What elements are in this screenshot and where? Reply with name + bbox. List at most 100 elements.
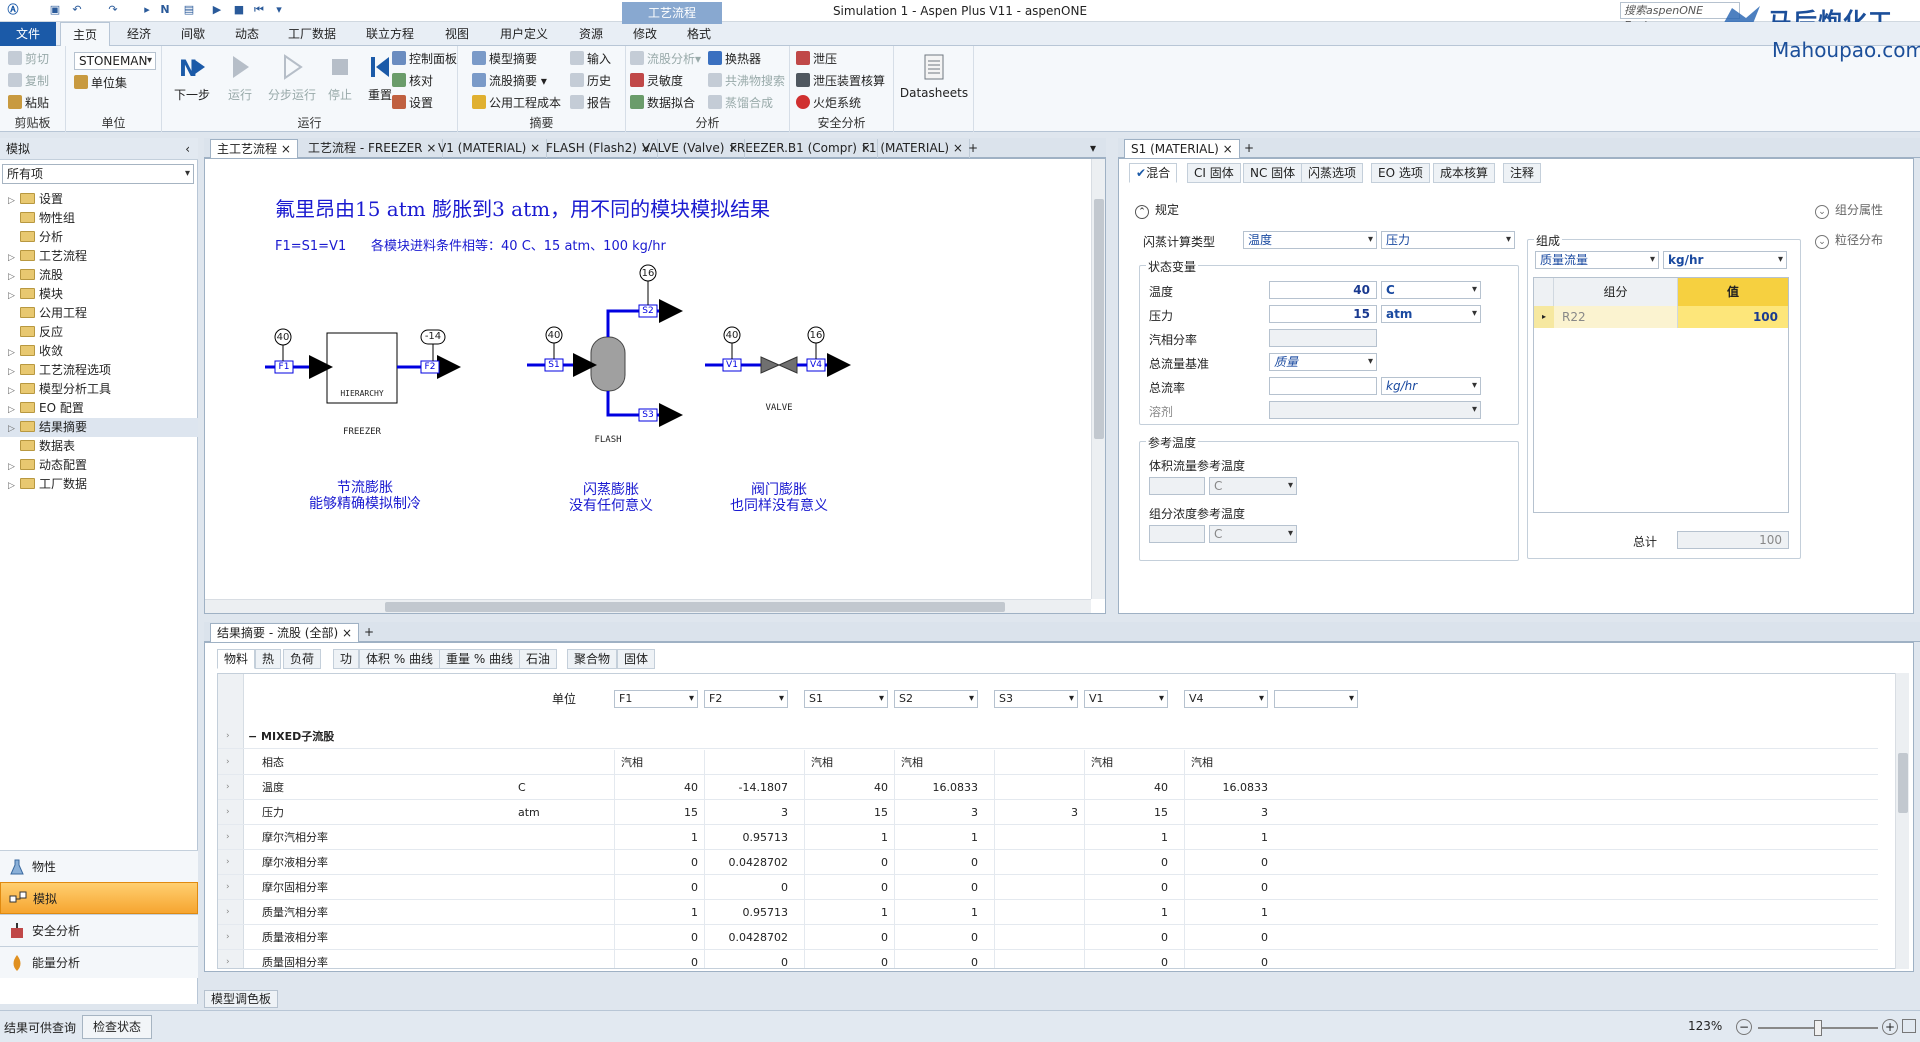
distillation-synthesis-button[interactable]: 蒸馏合成 bbox=[708, 94, 773, 112]
form-subtab[interactable]: ✔混合 bbox=[1129, 163, 1178, 183]
flowsheet-canvas[interactable]: 氟里昂由15 atm 膨胀到3 atm，用不同的模块模拟结果 F1=S1=V1 … bbox=[204, 158, 1106, 614]
doc-tab[interactable]: V1 (MATERIAL) × bbox=[432, 139, 548, 158]
stream-s2[interactable]: S2 bbox=[639, 306, 657, 316]
doc-tab[interactable]: F1 (MATERIAL) × bbox=[856, 139, 970, 158]
form-subtab[interactable]: CI 固体 bbox=[1187, 163, 1241, 183]
table-row[interactable]: › 摩尔液相分率 0 0.0428702 0 0 0 0 bbox=[218, 850, 1878, 875]
stream-column-select[interactable]: V1 bbox=[1084, 690, 1168, 708]
table-row[interactable]: › 压力 atm 15 3 15 3 3 15 3 bbox=[218, 800, 1878, 825]
component-attr-link[interactable]: ⌄ 组分属性 bbox=[1815, 201, 1883, 219]
model-summary-button[interactable]: 模型摘要 bbox=[472, 50, 537, 68]
stream-v4[interactable]: V4 bbox=[807, 360, 825, 370]
new-tab-button[interactable]: + bbox=[1238, 139, 1260, 158]
pressure-relief-button[interactable]: 泄压 bbox=[796, 50, 837, 68]
input-button[interactable]: 输入 bbox=[570, 50, 611, 68]
volume-ref-temp-input[interactable] bbox=[1149, 477, 1205, 495]
table-row[interactable]: › 摩尔固相分率 0 0 0 0 0 0 bbox=[218, 875, 1878, 900]
new-doc-tab-button[interactable]: + bbox=[962, 139, 984, 158]
stream-column-select[interactable] bbox=[1274, 690, 1358, 708]
tab-home[interactable]: 主页 bbox=[60, 22, 110, 46]
temperature-unit-select[interactable]: C bbox=[1381, 281, 1481, 299]
table-row[interactable]: › 质量汽相分率 1 0.95713 1 1 1 1 bbox=[218, 900, 1878, 925]
zoom-in-icon[interactable]: + bbox=[1882, 1019, 1898, 1035]
psd-link[interactable]: ⌄ 粒径分布 bbox=[1815, 231, 1883, 249]
doc-tab[interactable]: 工艺流程 - FREEZER × bbox=[302, 139, 444, 158]
tree-item[interactable]: ▷ EO 配置 bbox=[0, 399, 198, 418]
tab-list-icon[interactable]: ▾ bbox=[1084, 139, 1102, 158]
tree-item[interactable]: ▷ 流股 bbox=[0, 266, 198, 285]
tree-item[interactable]: 分析 bbox=[0, 228, 198, 247]
flash-block[interactable] bbox=[527, 264, 683, 427]
tree-item[interactable]: ▷ 收敛 bbox=[0, 342, 198, 361]
relief-sizing-button[interactable]: 泄压装置核算 bbox=[796, 72, 885, 90]
zoom-slider[interactable] bbox=[1758, 1020, 1878, 1036]
composition-basis-select[interactable]: 质量流量 bbox=[1535, 251, 1659, 269]
tree-item[interactable]: ▷ 动态配置 bbox=[0, 456, 198, 475]
stream-column-select[interactable]: F2 bbox=[704, 690, 788, 708]
tab-batch[interactable]: 间歇 bbox=[168, 22, 218, 46]
flowsheet-hscroll[interactable] bbox=[205, 599, 1091, 613]
results-subtab[interactable]: 重量 % 曲线 bbox=[439, 649, 521, 669]
datasheets-button[interactable]: Datasheets bbox=[898, 52, 970, 100]
form-subtab[interactable]: NC 固体 bbox=[1243, 163, 1303, 183]
stream-column-select[interactable]: V4 bbox=[1184, 690, 1268, 708]
tab-view[interactable]: 视图 bbox=[432, 22, 482, 46]
unit-sets-button[interactable]: 单位集 bbox=[74, 74, 127, 92]
copy-button[interactable]: 复制 bbox=[8, 72, 49, 90]
collapse-icon[interactable]: ‹ bbox=[185, 138, 190, 160]
group-row[interactable]: › − MIXED子流股 bbox=[218, 724, 1878, 749]
form-subtab[interactable]: 闪蒸选项 bbox=[1301, 163, 1364, 183]
pressure-input[interactable]: 15 bbox=[1269, 305, 1377, 323]
tree-item[interactable]: ▷ 模型分析工具 bbox=[0, 380, 198, 399]
conc-ref-temp-input[interactable] bbox=[1149, 525, 1205, 543]
stream-analysis-button[interactable]: 流股分析▾ bbox=[630, 50, 701, 68]
stream-column-select[interactable]: S3 bbox=[994, 690, 1078, 708]
total-flow-unit-select[interactable]: kg/hr bbox=[1381, 377, 1481, 395]
tab-file[interactable]: 文件 bbox=[0, 22, 56, 46]
navigation-filter-select[interactable]: 所有项 bbox=[2, 164, 194, 184]
nav-simulation[interactable]: 模拟 bbox=[0, 882, 198, 914]
tree-item[interactable]: 物性组 bbox=[0, 209, 198, 228]
tree-item[interactable]: 数据表 bbox=[0, 437, 198, 456]
form-subtab[interactable]: 成本核算 bbox=[1433, 163, 1496, 183]
results-subtab[interactable]: 物料 bbox=[217, 649, 256, 669]
expand-arrow-icon[interactable]: ▷ bbox=[8, 477, 20, 496]
next-button[interactable]: N 下一步 bbox=[168, 52, 216, 103]
fit-view-icon[interactable] bbox=[1902, 1019, 1916, 1033]
tab-format[interactable]: 格式 bbox=[674, 22, 724, 46]
form-subtab[interactable]: EO 选项 bbox=[1371, 163, 1430, 183]
paste-button[interactable]: 粘贴 bbox=[8, 94, 49, 112]
step-button[interactable]: 分步运行 bbox=[264, 52, 320, 103]
flow-basis-select[interactable]: 质量 bbox=[1269, 353, 1377, 371]
report-button[interactable]: 报告 bbox=[570, 94, 611, 112]
nav-energy-analysis[interactable]: 能量分析 bbox=[0, 946, 198, 978]
results-subtab[interactable]: 负荷 bbox=[283, 649, 322, 669]
table-row[interactable]: › 温度 C 40 -14.1807 40 16.0833 40 16.0833 bbox=[218, 775, 1878, 800]
tree-item[interactable]: 反应 bbox=[0, 323, 198, 342]
temperature-input[interactable]: 40 bbox=[1269, 281, 1377, 299]
pressure-unit-select[interactable]: atm bbox=[1381, 305, 1481, 323]
row-selector-icon[interactable]: ▸ bbox=[1534, 306, 1554, 328]
tab-equation-oriented[interactable]: 联立方程 bbox=[352, 22, 428, 46]
table-row[interactable]: › 相态 汽相 汽相 汽相 汽相 汽相 bbox=[218, 750, 1878, 775]
tab-s1-material[interactable]: S1 (MATERIAL) × bbox=[1124, 139, 1240, 158]
tab-economics[interactable]: 经济 bbox=[114, 22, 164, 46]
flare-system-button[interactable]: 火炬系统 bbox=[796, 94, 861, 112]
results-subtab[interactable]: 功 bbox=[333, 649, 360, 669]
tree-item[interactable]: 公用工程 bbox=[0, 304, 198, 323]
tree-item[interactable]: ▷ 工艺流程 bbox=[0, 247, 198, 266]
tab-results-summary-streams[interactable]: 结果摘要 - 流股 (全部) × bbox=[210, 623, 360, 642]
tree-item[interactable]: ▷ 模块 bbox=[0, 285, 198, 304]
flowsheet-vscroll[interactable] bbox=[1091, 159, 1105, 599]
spec-section[interactable]: ⌃ 规定 bbox=[1135, 201, 1179, 219]
stream-column-select[interactable]: F1 bbox=[614, 690, 698, 708]
tree-item[interactable]: ▷ 结果摘要 bbox=[0, 418, 198, 437]
solvent-select[interactable] bbox=[1269, 401, 1481, 419]
history-button[interactable]: 历史 bbox=[570, 72, 611, 90]
settings-button[interactable]: 设置 bbox=[392, 94, 433, 112]
component-value-cell[interactable]: 100 bbox=[1678, 306, 1788, 328]
results-subtab[interactable]: 热 bbox=[255, 649, 282, 669]
results-vscroll[interactable] bbox=[1895, 673, 1909, 969]
nav-properties[interactable]: 物性 bbox=[0, 850, 198, 882]
model-palette-tab[interactable]: 模型调色板 bbox=[204, 990, 279, 1008]
